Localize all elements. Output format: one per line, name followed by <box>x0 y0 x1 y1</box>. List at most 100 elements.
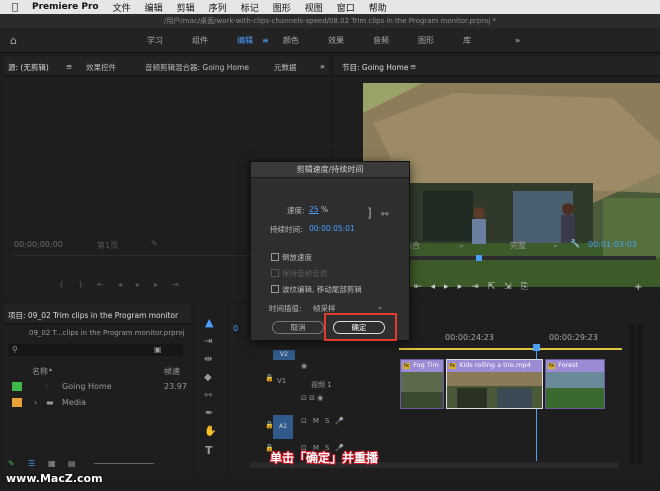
cancel-button[interactable]: 取消 <box>272 321 324 334</box>
workspace-effects[interactable]: 效果 <box>328 28 344 53</box>
ok-button-highlight <box>324 313 397 341</box>
hand-tool-icon[interactable]: ✋ <box>204 426 216 437</box>
speed-label: 速度: <box>287 206 305 215</box>
add-button-icon[interactable]: + <box>634 282 642 293</box>
eye-icon[interactable]: ◉ <box>301 362 307 370</box>
list-view-icon[interactable]: ☰ <box>28 459 35 468</box>
pencil-icon[interactable]: ✎ <box>8 459 15 468</box>
quality-select[interactable]: 完整 <box>510 240 526 251</box>
sync-lock-icon[interactable]: ⊡ ⊟ ◉ <box>301 394 323 402</box>
workspace-assembly[interactable]: 组件 <box>192 28 208 53</box>
panel-menu-icon[interactable]: ≡ <box>66 62 72 71</box>
home-icon[interactable]: ⌂ <box>10 28 17 53</box>
ripple-edit-tool-icon[interactable]: ⇹ <box>204 354 212 365</box>
meter-bar-left <box>629 324 635 464</box>
settings-wrench-icon[interactable]: 🔧 <box>570 239 580 248</box>
track-target-v2[interactable]: V2 <box>273 350 295 360</box>
icon-view-icon[interactable]: ▦ <box>48 459 56 468</box>
selection-tool-icon[interactable]: ▲ <box>205 316 213 329</box>
ripple-edit-checkbox[interactable]: 波纹编辑, 移动尾部剪辑 <box>271 284 362 295</box>
menu-help[interactable]: 帮助 <box>362 1 394 14</box>
checkbox-box[interactable] <box>271 285 279 293</box>
sequence-icon: ⫶ <box>46 382 48 391</box>
workspace-menu-icon[interactable]: ≡ <box>262 28 269 53</box>
clip-fog[interactable]: fx Fog Tim <box>400 359 444 409</box>
wrench-icon[interactable]: ✎ <box>151 239 158 248</box>
source-timecode[interactable]: 00;00;00;00 <box>14 240 63 249</box>
reverse-speed-label: 倒放速度 <box>282 253 312 262</box>
reverse-speed-checkbox[interactable]: 倒放速度 <box>271 252 312 263</box>
menu-file[interactable]: 文件 <box>106 1 138 14</box>
dropdown-chevron-icon[interactable]: ⌄ <box>377 302 383 311</box>
work-area-bar[interactable] <box>399 348 622 350</box>
site-watermark: www.MacZ.com <box>6 472 103 485</box>
workspace-editing[interactable]: 编辑 <box>237 28 253 53</box>
project-item-name[interactable]: Media <box>62 398 86 407</box>
timeline-timecode-partial[interactable]: 0 <box>233 324 238 333</box>
sort-icon[interactable]: ▴ <box>49 366 52 373</box>
more-tabs-icon[interactable]: » <box>320 62 325 71</box>
menu-window[interactable]: 窗口 <box>330 1 362 14</box>
razor-tool-icon[interactable]: ◆ <box>204 372 212 383</box>
timeline-playhead[interactable] <box>533 344 540 351</box>
program-timecode[interactable]: 00:01:03:03 <box>588 240 637 249</box>
quality-dropdown-icon[interactable]: ⌄ <box>552 240 559 249</box>
track-select-tool-icon[interactable]: ⇥ <box>204 336 212 347</box>
type-tool-icon[interactable]: T <box>205 444 213 457</box>
program-transport-controls[interactable]: ⇤◂▸▸⇥⇱⇲⎘ <box>414 282 537 292</box>
project-title[interactable]: 项目: 09_02 Trim clips in the Program moni… <box>8 310 178 321</box>
workspace-audio[interactable]: 音频 <box>373 28 389 53</box>
speed-value[interactable]: 25 <box>309 205 319 214</box>
menu-graphics[interactable]: 图形 <box>266 1 298 14</box>
freeform-view-icon[interactable]: ▤ <box>68 459 76 468</box>
project-file-name: 09_02 T...clips in the Program monitor.p… <box>29 329 185 337</box>
lock-icon[interactable]: 🔒 <box>265 374 274 382</box>
col-rate-header[interactable]: 帧速 <box>164 366 180 377</box>
clip-label: Kids rolling a tire.mp4 <box>459 361 531 369</box>
app-menu[interactable]: Premiere Pro <box>25 2 106 12</box>
col-name-header[interactable]: 名称 <box>32 366 48 377</box>
menu-view[interactable]: 视图 <box>298 1 330 14</box>
fit-dropdown-icon[interactable]: ⌄ <box>458 240 465 249</box>
workspace-learn[interactable]: 学习 <box>147 28 163 53</box>
workspace-color[interactable]: 颜色 <box>283 28 299 53</box>
unlink-chain-icon[interactable]: ⚯ <box>381 210 389 220</box>
menu-clip[interactable]: 剪辑 <box>170 1 202 14</box>
program-menu-icon[interactable]: ≡ <box>410 62 416 71</box>
tab-source[interactable]: 源: (无剪辑) <box>8 62 49 73</box>
checkbox-box <box>271 269 279 277</box>
new-bin-icon[interactable]: ▣ <box>154 345 162 354</box>
checkbox-box[interactable] <box>271 253 279 261</box>
program-time-ruler[interactable] <box>410 256 656 260</box>
clip-forest[interactable]: fx Forest <box>545 359 605 409</box>
pen-tool-icon[interactable]: ✒ <box>205 408 213 419</box>
workspace-graphics[interactable]: 图形 <box>418 28 434 53</box>
zoom-slider[interactable] <box>94 463 154 464</box>
source-page-select[interactable]: 第1页 <box>97 240 118 251</box>
program-title[interactable]: 节目: Going Home <box>342 62 408 73</box>
clip-kids[interactable]: fx Kids rolling a tire.mp4 <box>446 359 543 409</box>
label-color-swatch <box>12 398 22 407</box>
tab-audio-mixer[interactable]: 音频剪辑混合器: Going Home <box>145 62 249 73</box>
menu-edit[interactable]: 编辑 <box>138 1 170 14</box>
program-playhead[interactable] <box>476 255 482 261</box>
track-target-a1[interactable]: A1 <box>273 415 293 439</box>
audio-track-controls[interactable]: ⊡MS🎤 <box>301 417 350 425</box>
tab-effect-controls[interactable]: 效果控件 <box>86 62 116 73</box>
menu-marker[interactable]: 标记 <box>234 1 266 14</box>
project-item-name[interactable]: Going Home <box>62 382 112 391</box>
more-workspaces-icon[interactable]: » <box>515 28 520 53</box>
link-bracket-icon: ] <box>367 206 372 220</box>
track-label-v1[interactable]: V1 <box>277 377 286 385</box>
menu-sequence[interactable]: 序列 <box>202 1 234 14</box>
workspace-libraries[interactable]: 库 <box>463 28 471 53</box>
apple-icon[interactable]:  <box>0 2 25 13</box>
disclosure-arrow-icon[interactable]: › <box>34 398 37 407</box>
tab-metadata[interactable]: 元数据 <box>274 62 297 73</box>
slip-tool-icon[interactable]: ⇿ <box>204 390 212 401</box>
duration-value[interactable]: 00:00:05:01 <box>309 224 355 233</box>
source-transport-controls[interactable]: {}⇤◂▸▸⇥ <box>59 280 193 289</box>
project-item-rate: 23.97 <box>164 382 187 391</box>
fx-badge: fx <box>449 363 457 369</box>
dialog-title: 剪辑速度/持续时间 <box>251 162 409 178</box>
